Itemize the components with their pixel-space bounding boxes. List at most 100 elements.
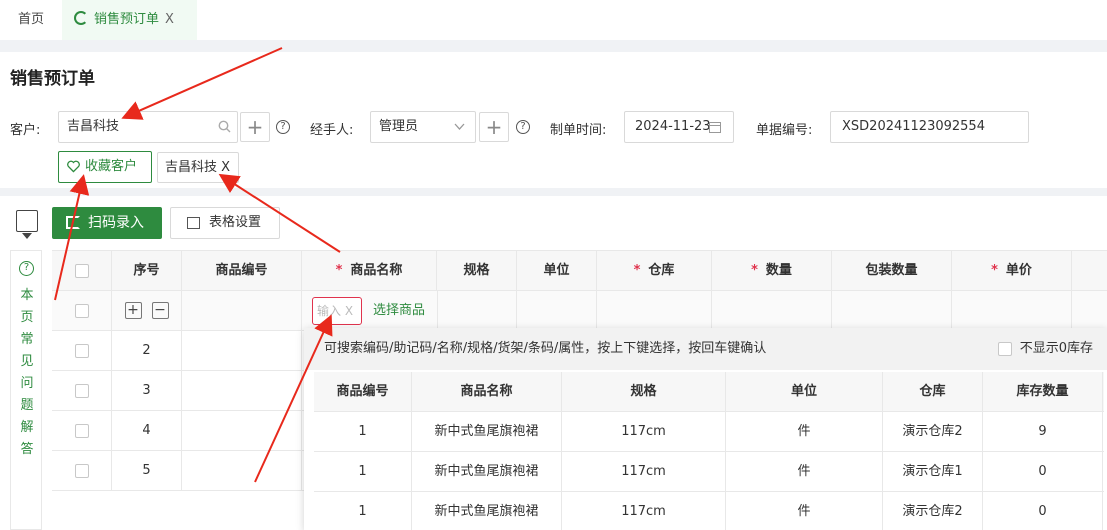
grid-settings-button[interactable]: 表格设置 xyxy=(170,207,280,239)
table-cell xyxy=(182,451,302,490)
handler-value: 管理员 xyxy=(379,119,419,134)
table-cell: 0 xyxy=(983,492,1103,530)
remove-row-button[interactable]: − xyxy=(151,302,169,319)
docno-label: 单据编号: xyxy=(756,123,813,138)
dropdown-row[interactable]: 1 新中式鱼尾旗袍裙 117cm 件演示仓库1 0 xyxy=(314,452,1104,492)
table-cell: 件 xyxy=(726,452,883,492)
scan-icon xyxy=(66,216,80,229)
docno-input[interactable]: XSD20241123092554 xyxy=(830,111,1029,143)
help-icon[interactable]: ? xyxy=(516,120,530,134)
row-number: 3 xyxy=(112,371,182,410)
scan-entry-button[interactable]: 扫码录入 xyxy=(52,207,162,239)
header-cell: * 仓库 xyxy=(597,251,712,290)
faq-panel[interactable]: ? 本页常见问题解答 xyxy=(10,250,42,530)
help-icon[interactable]: ? xyxy=(276,120,290,134)
header-cell: 单位 xyxy=(517,251,597,290)
faq-char: 见 xyxy=(20,354,34,369)
faq-char: 常 xyxy=(20,332,34,347)
table-cell: 件 xyxy=(726,412,883,452)
add-handler-button[interactable]: + xyxy=(479,112,509,142)
favorite-customer-button[interactable]: 收藏客户 xyxy=(58,151,152,183)
table-cell: 9 xyxy=(983,412,1103,452)
table-cell xyxy=(437,291,517,330)
hide-zero-label: 不显示0库存 xyxy=(1019,341,1093,356)
tab-label: 销售预订单 xyxy=(94,12,160,27)
customer-label: 客户: xyxy=(10,123,41,138)
search-icon[interactable] xyxy=(218,120,231,133)
table-cell: 117cm xyxy=(562,412,726,452)
handler-select[interactable]: 管理员 xyxy=(370,111,476,143)
row-checkbox[interactable] xyxy=(52,451,112,490)
customer-input[interactable]: 吉昌科技 xyxy=(58,111,238,143)
header-cell: * 单价 xyxy=(952,251,1072,290)
tab-sales-order[interactable]: 销售预订单 X xyxy=(62,0,197,40)
table-cell: 1 xyxy=(314,412,412,452)
dropdown-row[interactable]: 1 新中式鱼尾旗袍裙 117cm 件演示仓库2 0 xyxy=(314,492,1104,530)
table-cell: 演示仓库1 xyxy=(883,452,983,492)
header-cell: 单位 xyxy=(726,372,883,412)
dropdown-row[interactable]: 1 新中式鱼尾旗袍裙 117cm 件演示仓库2 9 xyxy=(314,412,1104,452)
handler-label: 经手人: xyxy=(310,123,354,138)
add-customer-button[interactable]: + xyxy=(240,112,270,142)
row-number: 5 xyxy=(112,451,182,490)
customer-chip[interactable]: 吉昌科技 X xyxy=(157,152,239,183)
header-cell: 规格 xyxy=(562,372,726,412)
faq-char: 问 xyxy=(20,376,34,391)
header-cell: 商品名称 xyxy=(412,372,562,412)
faq-char: 题 xyxy=(20,398,34,413)
table-cell: 新中式鱼尾旗袍裙 xyxy=(412,412,562,452)
header-cell: * 数量 xyxy=(712,251,832,290)
header-cell: 规格 xyxy=(437,251,517,290)
add-row-button[interactable]: + xyxy=(124,302,142,319)
question-icon: ? xyxy=(19,261,34,276)
table-cell: 演示仓库2 xyxy=(883,412,983,452)
header-cell: * 商品名称 xyxy=(302,251,437,290)
header-cell: 包装数量 xyxy=(832,251,952,290)
row-checkbox[interactable] xyxy=(52,291,112,330)
header-cell: 库存数量 xyxy=(983,372,1103,412)
calendar-icon xyxy=(709,122,721,133)
page-title: 销售预订单 xyxy=(10,69,95,89)
date-input[interactable]: 2024-11-23 xyxy=(624,111,734,143)
arrow xyxy=(121,47,283,120)
table-cell: 1 xyxy=(314,452,412,492)
row-checkbox[interactable] xyxy=(52,371,112,410)
refresh-icon[interactable] xyxy=(74,11,88,25)
row-checkbox[interactable] xyxy=(52,411,112,450)
customer-value: 吉昌科技 xyxy=(67,119,120,134)
hint-text: 可搜索编码/助记码/名称/规格/货架/条码/属性，按上下键选择，按回车键确认 xyxy=(324,341,767,356)
row-number: 2 xyxy=(112,331,182,370)
divider xyxy=(0,40,1107,52)
hide-zero-stock-checkbox[interactable]: 不显示0库存 xyxy=(997,328,1093,370)
date-value: 2024-11-23 xyxy=(635,119,711,134)
faq-char: 页 xyxy=(20,310,34,325)
row-checkbox[interactable] xyxy=(52,331,112,370)
table-cell: 117cm xyxy=(562,452,726,492)
tab-home[interactable]: 首页 xyxy=(0,0,62,40)
table-cell: 117cm xyxy=(562,492,726,530)
table-cell xyxy=(182,331,302,370)
select-all-checkbox[interactable] xyxy=(52,251,112,290)
choose-goods-link[interactable]: 选择商品 xyxy=(373,291,425,331)
faq-char: 答 xyxy=(20,442,34,457)
table-cell: 新中式鱼尾旗袍裙 xyxy=(412,452,562,492)
close-icon[interactable]: X xyxy=(165,12,174,27)
table-cell xyxy=(832,291,952,330)
faq-char: 解 xyxy=(20,420,34,435)
caret-down-icon xyxy=(22,233,32,239)
table-cell xyxy=(597,291,712,330)
table-cell: 0 xyxy=(983,452,1103,492)
table-cell: 1 xyxy=(314,492,412,530)
header-cell: 商品编号 xyxy=(314,372,412,412)
table-cell xyxy=(952,291,1072,330)
goods-search-input[interactable]: 输入 X xyxy=(312,297,362,325)
table-cell: 件 xyxy=(726,492,883,530)
favorite-label: 收藏客户 xyxy=(85,159,138,174)
keyboard-icon[interactable] xyxy=(16,210,38,232)
goods-dropdown: 可搜索编码/助记码/名称/规格/货架/条码/属性，按上下键选择，按回车键确认 不… xyxy=(304,328,1107,530)
header-cell: 仓库 xyxy=(883,372,983,412)
grid-settings-label: 表格设置 xyxy=(209,215,262,230)
table-cell xyxy=(182,371,302,410)
divider xyxy=(0,188,1107,196)
faq-text[interactable]: 本页常见问题解答 xyxy=(11,285,43,461)
